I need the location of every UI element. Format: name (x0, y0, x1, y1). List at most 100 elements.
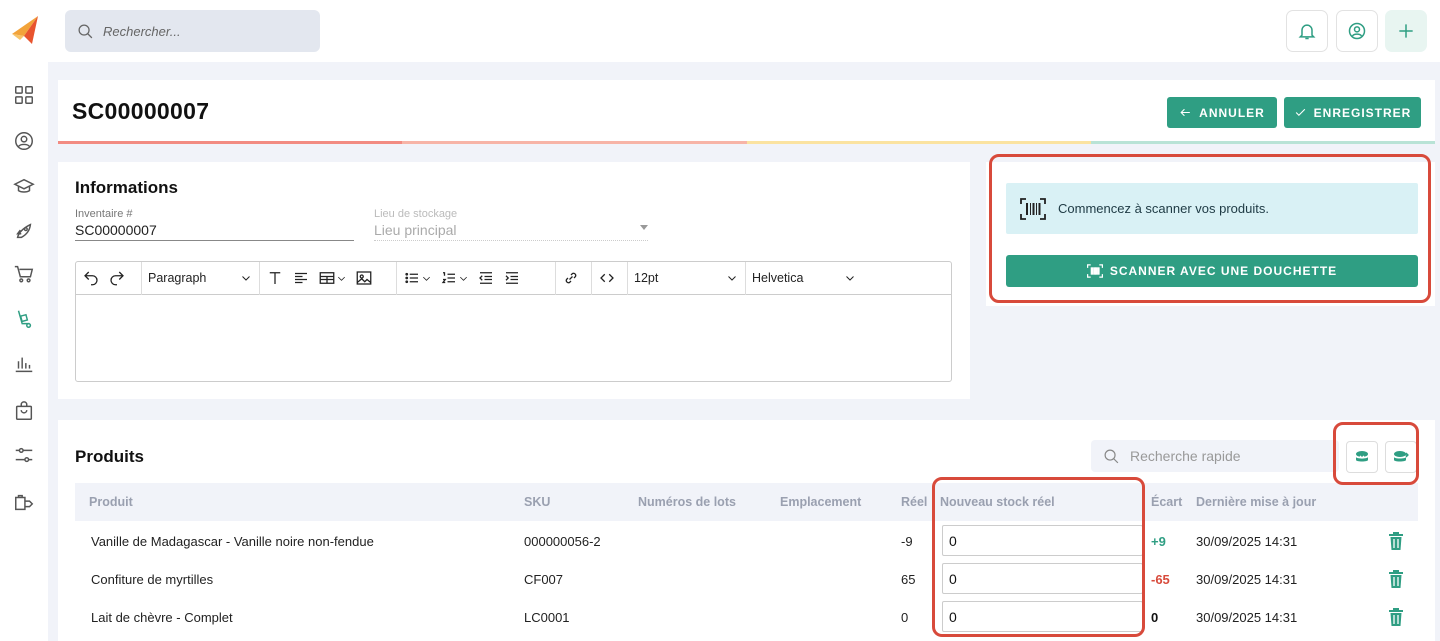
global-search[interactable] (65, 10, 320, 52)
user-circle-icon (1348, 22, 1366, 40)
products-card: Produits Produit SKU Numéros de lots Emp… (58, 420, 1435, 641)
user-circle-icon[interactable] (12, 129, 36, 153)
chevron-down-icon (728, 276, 736, 281)
accent-segment (746, 141, 1091, 144)
new-stock-input[interactable] (942, 563, 1143, 594)
search-icon (78, 23, 93, 38)
section-title: Produits (75, 447, 144, 466)
barcode-icon (1020, 197, 1046, 220)
caret-down-icon (640, 225, 648, 230)
account-button[interactable] (1336, 10, 1378, 52)
table-header: Produit SKU Numéros de lots Emplacement … (75, 483, 1418, 521)
numbered-list-icon[interactable] (440, 269, 469, 287)
column-header-product[interactable]: Produit (89, 495, 133, 509)
column-header-real[interactable]: Réel (901, 495, 927, 509)
product-real-stock: 0 (901, 610, 909, 625)
top-bar (48, 0, 1440, 62)
barcode-icon (1086, 264, 1103, 278)
page-header: SC00000007 ANNULER ENREGISTRER (58, 80, 1435, 144)
product-sku: 000000056-2 (524, 534, 601, 549)
chevron-down-icon (242, 276, 250, 281)
graduation-cap-icon[interactable] (12, 175, 36, 199)
chevron-down-icon (846, 276, 854, 281)
arrow-left-icon (1180, 108, 1190, 117)
last-updated: 30/09/2025 14:31 (1196, 572, 1298, 587)
export-button[interactable] (1385, 441, 1417, 473)
product-sku: LC0001 (524, 610, 570, 625)
section-title: Informations (75, 178, 178, 197)
search-icon (1104, 449, 1119, 463)
trash-icon[interactable] (1388, 532, 1404, 550)
stock-gap: -65 (1151, 572, 1170, 587)
link-icon[interactable] (562, 269, 580, 287)
column-header-gap[interactable]: Écart (1151, 495, 1182, 509)
table-icon[interactable] (318, 269, 347, 287)
trash-icon[interactable] (1388, 608, 1404, 626)
column-header-updated[interactable]: Dernière mise à jour (1196, 495, 1316, 509)
product-name: Lait de chèvre - Complet (91, 610, 233, 625)
rich-text-editor: Paragraph 12pt Helvetica (75, 261, 952, 382)
new-stock-input[interactable] (942, 601, 1143, 632)
cancel-button[interactable]: ANNULER (1167, 97, 1277, 128)
stock-icon[interactable] (12, 307, 36, 331)
font-family-select[interactable]: Helvetica (752, 271, 856, 285)
save-button[interactable]: ENREGISTRER (1284, 97, 1421, 128)
check-icon (1295, 108, 1305, 116)
accent-segment (402, 141, 747, 144)
trash-icon[interactable] (1388, 570, 1404, 588)
column-header-lots[interactable]: Numéros de lots (638, 495, 736, 509)
table-row: Confiture de myrtilles CF007 65 -65 30/0… (75, 559, 1418, 597)
column-header-new-stock[interactable]: Nouveau stock réel (940, 495, 1055, 509)
font-size-select[interactable]: 12pt (634, 271, 738, 285)
quick-search-input[interactable] (1130, 448, 1330, 464)
redo-icon[interactable] (108, 269, 126, 287)
grid-icon[interactable] (12, 83, 36, 107)
quick-search[interactable] (1091, 440, 1339, 472)
global-search-input[interactable] (103, 23, 303, 39)
editor-content-area[interactable] (76, 295, 951, 381)
bag-icon[interactable] (12, 399, 36, 423)
stock-gap: 0 (1151, 610, 1159, 625)
product-name: Vanille de Madagascar - Vanille noire no… (91, 534, 374, 549)
cart-icon[interactable] (12, 262, 36, 286)
indent-icon[interactable] (503, 269, 521, 287)
import-button[interactable] (1346, 441, 1378, 473)
sidebar (0, 0, 48, 641)
undo-icon[interactable] (82, 269, 100, 287)
last-updated: 30/09/2025 14:31 (1196, 534, 1298, 549)
table-row: Lait de chèvre - Complet LC0001 0 0 30/0… (75, 597, 1418, 635)
image-icon[interactable] (355, 269, 373, 287)
location-select[interactable]: Lieu principal (374, 222, 648, 241)
inventory-field[interactable]: SC00000007 (75, 222, 354, 241)
accent-bar (58, 141, 1435, 144)
stack-export-icon (1394, 451, 1409, 462)
column-header-sku[interactable]: SKU (524, 495, 550, 509)
outdent-icon[interactable] (477, 269, 495, 287)
product-real-stock: -9 (901, 534, 913, 549)
last-updated: 30/09/2025 14:31 (1196, 610, 1298, 625)
paragraph-select[interactable]: Paragraph (148, 271, 252, 285)
add-button[interactable] (1385, 10, 1427, 52)
text-format-icon[interactable] (266, 269, 284, 287)
accent-segment (58, 141, 403, 144)
product-real-stock: 65 (901, 572, 916, 587)
scan-info-banner: Commencez à scanner vos produits. (1006, 183, 1418, 234)
accent-segment (1090, 141, 1435, 144)
align-left-icon[interactable] (292, 269, 310, 287)
new-stock-input[interactable] (942, 525, 1143, 556)
editor-toolbar: Paragraph 12pt Helvetica (76, 261, 951, 295)
logo-icon (12, 16, 38, 44)
box-export-icon[interactable] (12, 491, 36, 515)
notifications-button[interactable] (1286, 10, 1328, 52)
scan-with-scanner-button[interactable]: SCANNER AVEC UNE DOUCHETTE (1006, 255, 1418, 287)
bullet-list-icon[interactable] (403, 269, 432, 287)
sliders-icon[interactable] (12, 443, 36, 467)
page-title: SC00000007 (72, 98, 210, 124)
rocket-icon[interactable] (12, 219, 36, 243)
scan-card: Commencez à scanner vos produits. SCANNE… (986, 162, 1435, 306)
inventory-label: Inventaire # (75, 208, 133, 220)
informations-card: Informations Inventaire # SC00000007 Lie… (58, 162, 970, 399)
column-header-location[interactable]: Emplacement (780, 495, 861, 509)
code-icon[interactable] (598, 269, 616, 287)
bar-chart-icon[interactable] (12, 352, 36, 376)
